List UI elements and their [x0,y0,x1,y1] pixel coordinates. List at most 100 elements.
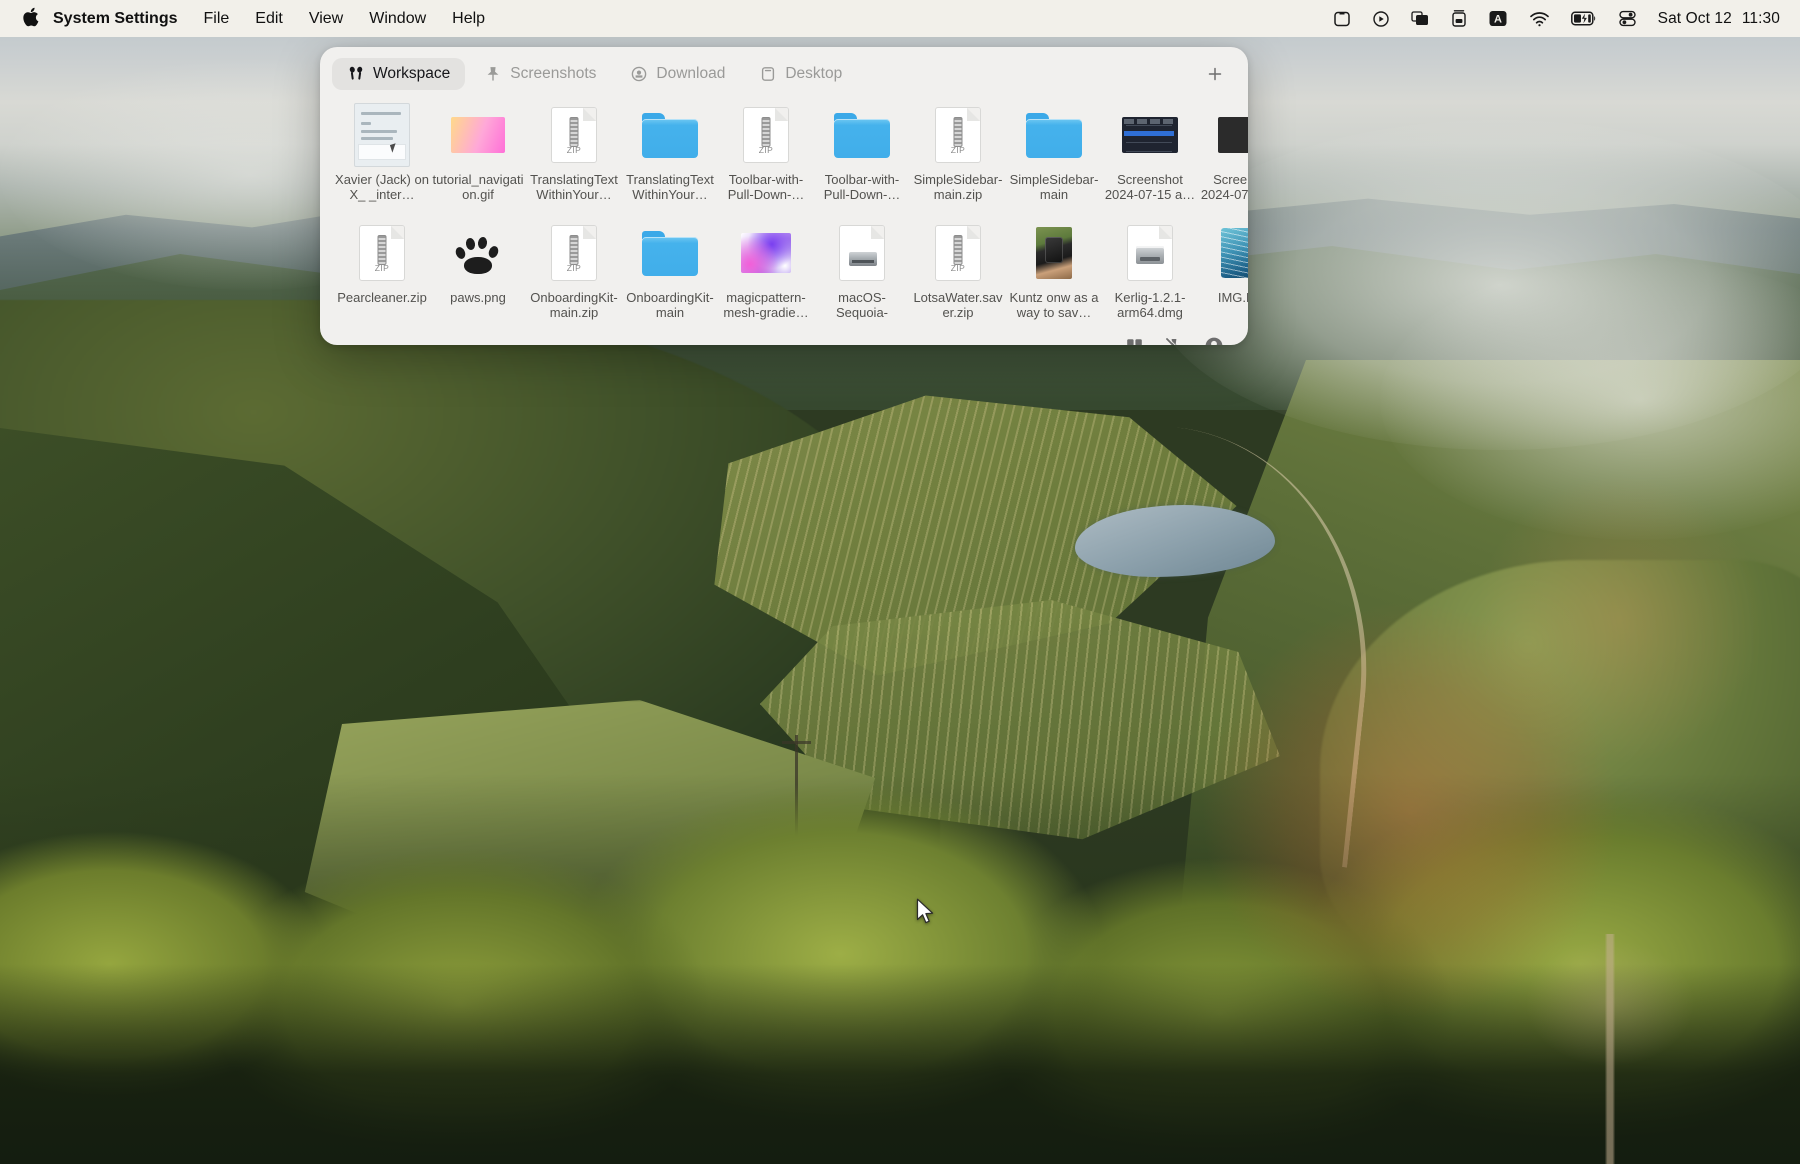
file-name: Screenshot 2024-07-15 a… [1104,172,1196,202]
menu-bar: System Settings File Edit View Window He… [0,0,1800,37]
file-item[interactable]: ZIP SimpleSidebar-main.zip [910,98,1006,216]
tab-screenshots[interactable]: Screenshots [469,58,611,90]
file-item[interactable]: Xavier (Jack) on X_ _inter… [334,98,430,216]
menu-item-app-name[interactable]: System Settings [46,7,190,31]
file-name: Toolbar-with-Pull-Down-… [727,172,805,202]
file-thumbnail-screenshot-white [833,224,891,282]
menu-bar-status-area: A Sat Oct 12 11:30 [1333,9,1786,28]
file-thumbnail-text-doc-preview [353,103,411,167]
file-name: macOS-Sequoia-Design-… [835,290,889,320]
file-thumbnail-folder [1025,106,1083,164]
stage-manager-icon[interactable] [1410,10,1430,27]
tab-workspace[interactable]: Workspace [332,58,466,90]
add-tab-button[interactable] [1200,59,1230,89]
file-item[interactable]: ZIP Pearcleaner.zip [334,216,430,334]
file-name: TranslatingTextWithinYour… [530,172,618,202]
file-name: OnboardingKit-main [626,290,714,320]
file-item[interactable]: OnboardingKit-main [622,216,718,334]
file-thumbnail-zip-doc: ZIP [353,224,411,282]
file-item[interactable]: Kuntz onw as a way to sav… [1006,216,1102,334]
file-item[interactable]: ZIP LotsaWater.saver.zip [910,216,1006,334]
file-name: Pearcleaner.zip [337,290,427,305]
tab-screenshots-label: Screenshots [510,65,597,82]
file-name: paws.png [450,290,506,305]
file-item[interactable]: TranslatingTextWithinYour… [622,98,718,216]
file-item[interactable]: ZIP Toolbar-with-Pull-Down-… [718,98,814,216]
display-icon [759,66,776,83]
file-name: IMG.PNG [1217,290,1248,305]
menu-item-help[interactable]: Help [439,7,498,31]
file-thumbnail-zip-doc: ZIP [545,224,603,282]
menu-bar-left: System Settings File Edit View Window He… [14,7,498,31]
file-name: SimpleSidebar-main [1009,172,1099,202]
download-disc-icon [630,66,647,83]
file-item[interactable]: IMG.PNG [1198,216,1248,334]
file-name: Kuntz onw as a way to sav… [1009,290,1099,320]
file-name: Screenshot 2024-07-15 a… [1200,172,1248,202]
file-name: Kerlig-1.2.1-arm64.dmg [1114,290,1186,320]
text-input-a-icon[interactable]: A [1488,10,1508,27]
file-name: tutorial_navigation.gif [432,172,524,202]
file-thumbnail-folder [833,106,891,164]
file-thumbnail-paws-image [449,224,507,282]
file-item[interactable]: SimpleSidebar-main [1006,98,1102,216]
file-item[interactable]: magicpattern-mesh-gradie… [718,216,814,334]
pin-icon [484,66,501,83]
grid-view-icon[interactable] [1122,334,1146,345]
play-circle-icon[interactable] [1372,10,1390,28]
apple-logo-icon[interactable] [14,7,46,30]
file-thumbnail-folder [641,106,699,164]
menu-item-file[interactable]: File [190,7,242,31]
tab-desktop-label: Desktop [785,65,843,82]
file-name: TranslatingTextWithinYour… [626,172,714,202]
file-name: LotsaWater.saver.zip [913,290,1003,320]
menu-bar-clock[interactable]: Sat Oct 12 11:30 [1658,10,1780,28]
file-item[interactable]: tutorial_navigation.gif [430,98,526,216]
file-item[interactable]: Screenshot 2024-07-15 a… [1102,98,1198,216]
pin-slash-icon[interactable] [1162,334,1186,345]
wallpaper-sun-flare-2 [1470,470,1770,770]
file-item[interactable]: ZIP TranslatingTextWithinYour… [526,98,622,216]
file-item[interactable]: Screenshot 2024-07-15 a… [1198,98,1248,216]
file-shelf-panel: Workspace Screenshots Download Desktop X… [320,47,1248,345]
file-thumbnail-zip-doc: ZIP [929,224,987,282]
file-item[interactable]: macOS-Sequoia-Design-… [814,216,910,334]
file-thumbnail-folder [641,224,699,282]
file-thumbnail-zip-doc: ZIP [545,106,603,164]
file-item[interactable]: ZIP OnboardingKit-main.zip [526,216,622,334]
panel-bottom-bar [320,334,1248,345]
file-thumbnail-zip-doc: ZIP [929,106,987,164]
file-thumbnail-screenshot-dark [1217,106,1248,164]
file-name: SimpleSidebar-main.zip [913,172,1003,202]
menu-item-view[interactable]: View [296,7,356,31]
account-icon[interactable] [1202,334,1226,345]
file-name: magicpattern-mesh-gradie… [723,290,809,320]
menu-item-edit[interactable]: Edit [242,7,296,31]
file-thumbnail-screenshot-code [1121,106,1179,164]
tab-download[interactable]: Download [615,58,740,90]
tab-download-label: Download [656,65,726,82]
menu-item-window[interactable]: Window [356,7,439,31]
clipboard-manager-icon[interactable] [1451,9,1467,28]
menu-bar-date: Sat Oct 12 [1657,9,1732,27]
menu-bar-time: 11:30 [1741,9,1780,27]
wallpaper-bare-tree [1480,934,1740,1164]
tab-workspace-label: Workspace [373,65,451,82]
tab-desktop[interactable]: Desktop [744,58,857,90]
wifi-icon[interactable] [1529,11,1550,27]
notch-display-icon[interactable] [1333,10,1351,28]
panel-tab-bar: Workspace Screenshots Download Desktop [320,47,1248,96]
battery-charging-icon[interactable] [1570,11,1597,26]
file-item[interactable]: Toolbar-with-Pull-Down-… [814,98,910,216]
file-item[interactable]: paws.png [430,216,526,334]
file-thumbnail-photo [1025,224,1083,282]
file-name: Toolbar-with-Pull-Down-… [823,172,901,202]
file-thumbnail-water-image [1217,224,1248,282]
control-center-icon[interactable] [1618,10,1637,27]
file-item[interactable]: Kerlig-1.2.1-arm64.dmg [1102,216,1198,334]
airpods-icon [347,66,364,83]
file-name: Xavier (Jack) on X_ _inter… [335,172,429,202]
svg-text:A: A [1494,14,1502,26]
file-thumbnail-dmg-doc [1121,224,1179,282]
file-name: OnboardingKit-main.zip [530,290,618,320]
